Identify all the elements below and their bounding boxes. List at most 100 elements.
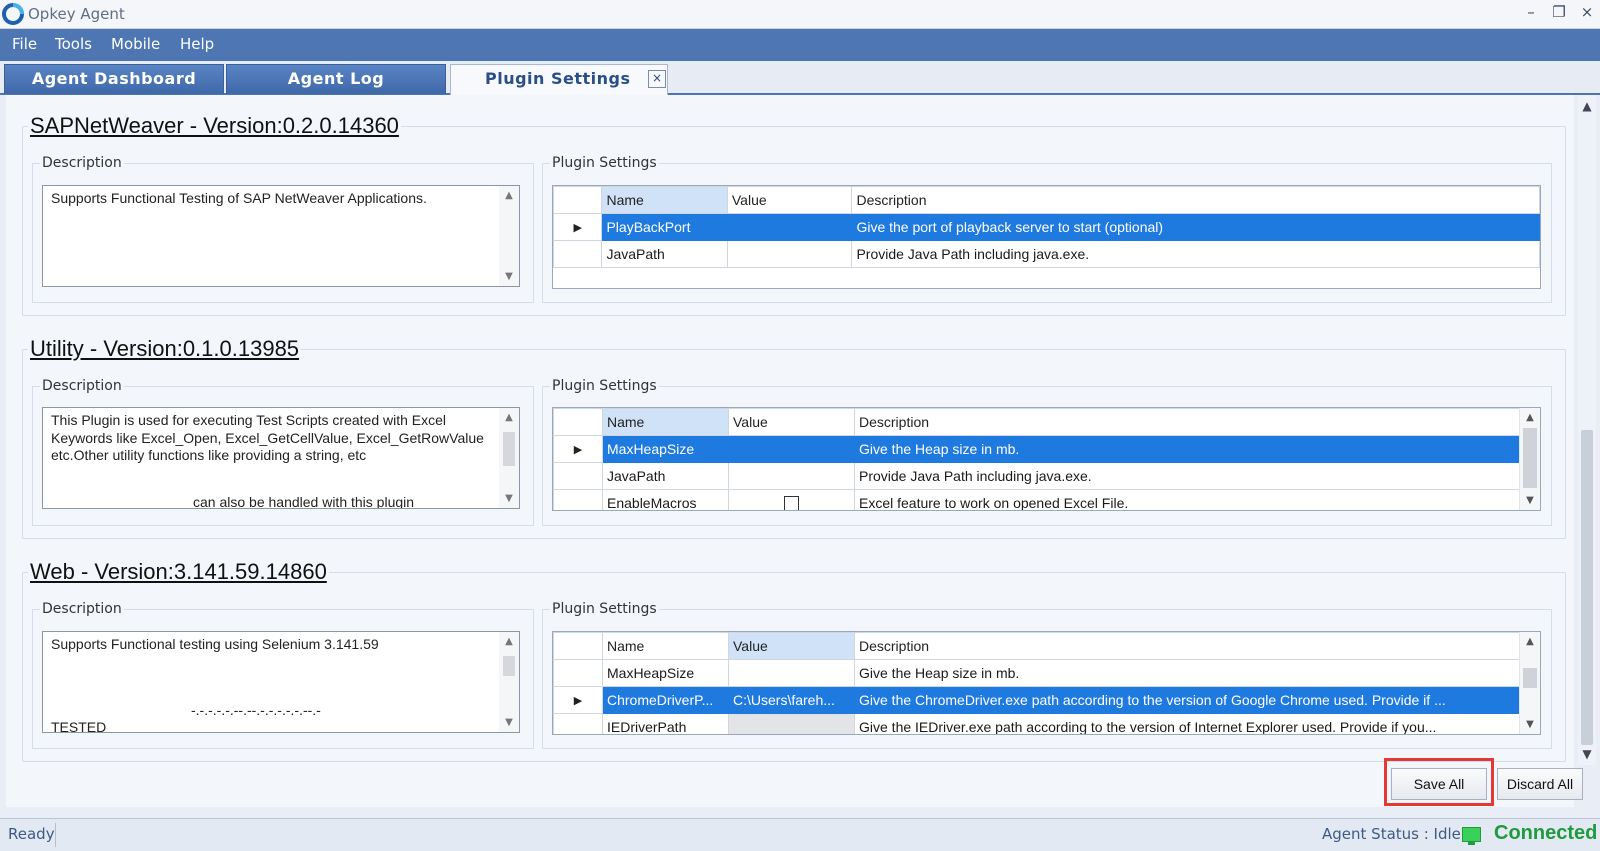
scroll-down-icon[interactable]: ▼ <box>1578 747 1596 761</box>
scroll-down-icon[interactable]: ▼ <box>499 717 519 728</box>
description-scrollbar[interactable]: ▲ ▼ <box>499 408 519 508</box>
setting-name[interactable]: MaxHeapSize <box>602 659 729 687</box>
scroll-up-icon[interactable]: ▲ <box>499 636 519 647</box>
description-box[interactable]: Supports Functional Testing of SAP NetWe… <box>42 185 520 287</box>
settings-grid[interactable]: Name Value Description ▶ PlayBackPort Gi… <box>552 185 1541 289</box>
tab-strip: Agent Dashboard Agent Log Plugin Setting… <box>0 61 1600 95</box>
enable-macros-checkbox[interactable] <box>784 496 799 510</box>
table-row[interactable]: JavaPath Provide Java Path including jav… <box>553 462 1527 490</box>
scroll-thumb[interactable] <box>503 432 515 466</box>
column-header-description[interactable]: Description <box>854 632 1527 660</box>
scroll-thumb[interactable] <box>1523 668 1537 688</box>
setting-description[interactable]: Give the Heap size in mb. <box>854 659 1527 687</box>
tab-plugin-settings[interactable]: Plugin Settings <box>450 64 668 95</box>
setting-value[interactable] <box>726 213 853 241</box>
scroll-down-icon[interactable]: ▼ <box>1520 719 1540 730</box>
menu-help[interactable]: Help <box>180 35 214 53</box>
column-header-value[interactable]: Value <box>728 632 855 660</box>
settings-grid[interactable]: Name Value Description MaxHeapSize Give … <box>552 631 1541 735</box>
description-scrollbar[interactable]: ▲ ▼ <box>499 632 519 732</box>
minimize-button[interactable]: – <box>1524 3 1538 21</box>
tab-agent-log[interactable]: Agent Log <box>226 64 446 94</box>
restore-button[interactable]: ❐ <box>1552 3 1566 21</box>
description-box[interactable]: Supports Functional testing using Seleni… <box>42 631 520 733</box>
scroll-up-icon[interactable]: ▲ <box>499 190 519 201</box>
setting-name[interactable]: PlayBackPort <box>601 213 728 241</box>
row-header-cell <box>553 408 603 436</box>
column-header-value[interactable]: Value <box>728 408 855 436</box>
setting-value[interactable] <box>728 435 855 463</box>
tab-agent-dashboard[interactable]: Agent Dashboard <box>4 64 224 94</box>
plugin-title: Utility - Version:0.1.0.13985 <box>28 336 302 362</box>
menu-file[interactable]: File <box>12 35 37 53</box>
description-label: Description <box>40 155 124 171</box>
scroll-up-icon[interactable]: ▲ <box>1578 99 1596 113</box>
grid-header-row: Name Value Description <box>553 408 1527 436</box>
description-box[interactable]: This Plugin is used for executing Test S… <box>42 407 520 509</box>
setting-description[interactable]: Give the port of playback server to star… <box>851 213 1540 241</box>
setting-name[interactable]: EnableMacros <box>602 489 729 510</box>
column-header-name[interactable]: Name <box>602 408 729 436</box>
scroll-up-icon[interactable]: ▲ <box>1520 412 1540 423</box>
grid-scrollbar[interactable]: ▲ ▼ <box>1519 408 1540 510</box>
setting-value[interactable] <box>728 489 855 510</box>
close-window-button[interactable]: × <box>1580 3 1594 21</box>
description-scrollbar[interactable]: ▲ ▼ <box>499 186 519 286</box>
setting-value[interactable] <box>726 240 853 268</box>
setting-description[interactable]: Excel feature to work on opened Excel Fi… <box>854 489 1527 510</box>
setting-description[interactable]: Give the IEDriver.exe path according to … <box>854 713 1527 734</box>
table-row[interactable]: JavaPath Provide Java Path including jav… <box>553 240 1540 268</box>
column-header-name[interactable]: Name <box>602 632 729 660</box>
scroll-thumb[interactable] <box>1523 428 1537 488</box>
setting-description[interactable]: Give the ChromeDriver.exe path according… <box>854 686 1527 714</box>
scroll-thumb[interactable] <box>503 656 515 676</box>
row-header-cell <box>553 659 603 687</box>
table-row[interactable]: MaxHeapSize Give the Heap size in mb. <box>553 659 1527 687</box>
setting-name[interactable]: ChromeDriverP... <box>602 686 729 714</box>
scroll-down-icon[interactable]: ▼ <box>499 271 519 282</box>
setting-description[interactable]: Provide Java Path including java.exe. <box>854 462 1527 490</box>
opkey-logo-icon <box>2 3 24 25</box>
column-header-value[interactable]: Value <box>726 186 853 214</box>
setting-value[interactable] <box>728 659 855 687</box>
table-row[interactable]: ▶ PlayBackPort Give the port of playback… <box>553 213 1540 241</box>
table-row[interactable]: IEDriverPath Give the IEDriver.exe path … <box>553 713 1527 734</box>
grid-header-row: Name Value Description <box>553 186 1540 214</box>
column-header-description[interactable]: Description <box>854 408 1527 436</box>
table-row[interactable]: ▶ ChromeDriverP... C:\Users\fareh... Giv… <box>553 686 1527 714</box>
column-header-name[interactable]: Name <box>601 186 728 214</box>
column-header-description[interactable]: Description <box>851 186 1540 214</box>
plugin-settings-label: Plugin Settings <box>550 378 659 394</box>
plugin-settings-label: Plugin Settings <box>550 155 659 171</box>
save-all-highlight <box>1384 758 1494 806</box>
setting-value[interactable] <box>728 713 855 734</box>
setting-name[interactable]: MaxHeapSize <box>602 435 729 463</box>
setting-value[interactable] <box>728 462 855 490</box>
plugin-title: SAPNetWeaver - Version:0.2.0.14360 <box>28 113 401 139</box>
setting-description[interactable]: Provide Java Path including java.exe. <box>851 240 1540 268</box>
settings-grid[interactable]: Name Value Description ▶ MaxHeapSize Giv… <box>552 407 1541 511</box>
plugin-settings-label: Plugin Settings <box>550 601 659 617</box>
setting-name[interactable]: IEDriverPath <box>602 713 729 734</box>
menu-mobile[interactable]: Mobile <box>111 35 160 53</box>
close-tab-icon[interactable]: × <box>648 70 666 88</box>
scroll-up-icon[interactable]: ▲ <box>499 412 519 423</box>
discard-all-button[interactable]: Discard All <box>1497 768 1583 800</box>
status-text: Ready <box>8 825 55 843</box>
menu-tools[interactable]: Tools <box>55 35 92 53</box>
setting-description[interactable]: Give the Heap size in mb. <box>854 435 1527 463</box>
scroll-down-icon[interactable]: ▼ <box>499 493 519 504</box>
grid-scrollbar[interactable]: ▲ ▼ <box>1519 632 1540 734</box>
page-scrollbar[interactable]: ▲ ▼ <box>1578 95 1596 765</box>
scroll-down-icon[interactable]: ▼ <box>1520 495 1540 506</box>
setting-name[interactable]: JavaPath <box>601 240 728 268</box>
scroll-thumb[interactable] <box>1581 430 1593 745</box>
table-row[interactable]: EnableMacros Excel feature to work on op… <box>553 489 1527 510</box>
setting-name[interactable]: JavaPath <box>602 462 729 490</box>
scroll-up-icon[interactable]: ▲ <box>1520 636 1540 647</box>
description-text-overflow: can also be handled with this plugin <box>193 494 415 509</box>
window-title: Opkey Agent <box>28 5 125 23</box>
status-bar: Ready Agent Status : Idle Connected <box>0 818 1600 851</box>
table-row[interactable]: ▶ MaxHeapSize Give the Heap size in mb. <box>553 435 1527 463</box>
setting-value[interactable]: C:\Users\fareh... <box>728 686 855 714</box>
